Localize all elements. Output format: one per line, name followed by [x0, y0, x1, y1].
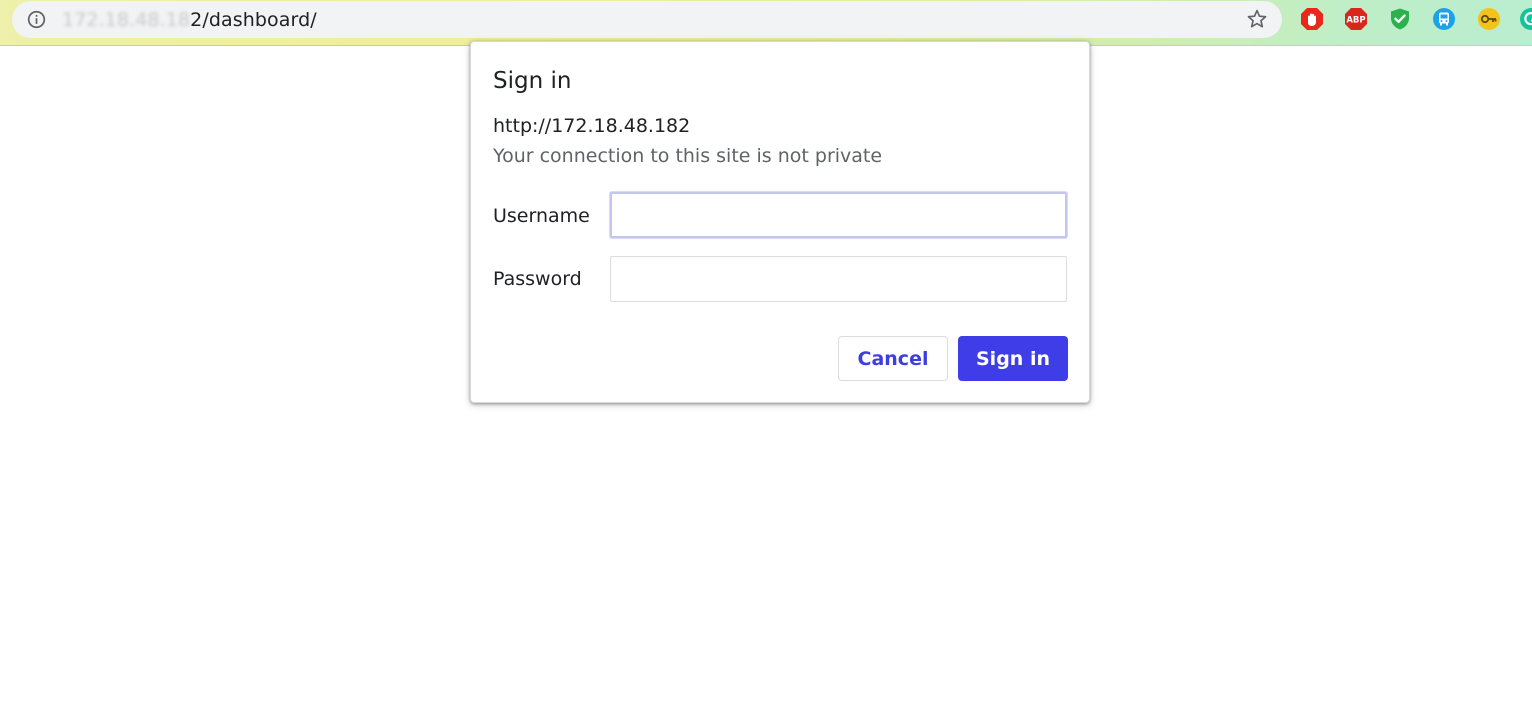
url-host-blurred: 172.18.48.18	[62, 9, 191, 31]
dialog-origin-url: http://172.18.48.182	[493, 115, 691, 137]
cancel-button[interactable]: Cancel	[838, 336, 948, 381]
svg-text:ABP: ABP	[1346, 16, 1365, 26]
password-input[interactable]	[610, 256, 1067, 302]
browser-toolbar: 172.18.48.182/dashboard/ ABP	[0, 0, 1532, 46]
adblock-plus-icon[interactable]: ABP	[1344, 7, 1368, 31]
dialog-title: Sign in	[493, 68, 572, 94]
url-text[interactable]: 172.18.48.182/dashboard/	[62, 9, 317, 31]
password-label: Password	[493, 268, 582, 290]
connection-warning: Your connection to this site is not priv…	[493, 145, 883, 167]
info-icon[interactable]	[27, 10, 46, 29]
address-bar[interactable]: 172.18.48.182/dashboard/	[12, 1, 1282, 38]
sign-in-dialog: Sign in http://172.18.48.182 Your connec…	[470, 41, 1090, 403]
shield-check-icon[interactable]	[1388, 7, 1412, 31]
bookmark-star-icon[interactable]	[1246, 8, 1268, 30]
key-icon[interactable]	[1477, 7, 1501, 31]
bus-icon[interactable]	[1432, 7, 1456, 31]
adblock-stop-icon[interactable]	[1300, 7, 1324, 31]
sign-in-button[interactable]: Sign in	[958, 336, 1068, 381]
url-path: 2/dashboard/	[190, 9, 317, 31]
username-input[interactable]	[610, 192, 1067, 238]
grammarly-icon[interactable]	[1519, 7, 1532, 31]
username-label: Username	[493, 205, 590, 227]
